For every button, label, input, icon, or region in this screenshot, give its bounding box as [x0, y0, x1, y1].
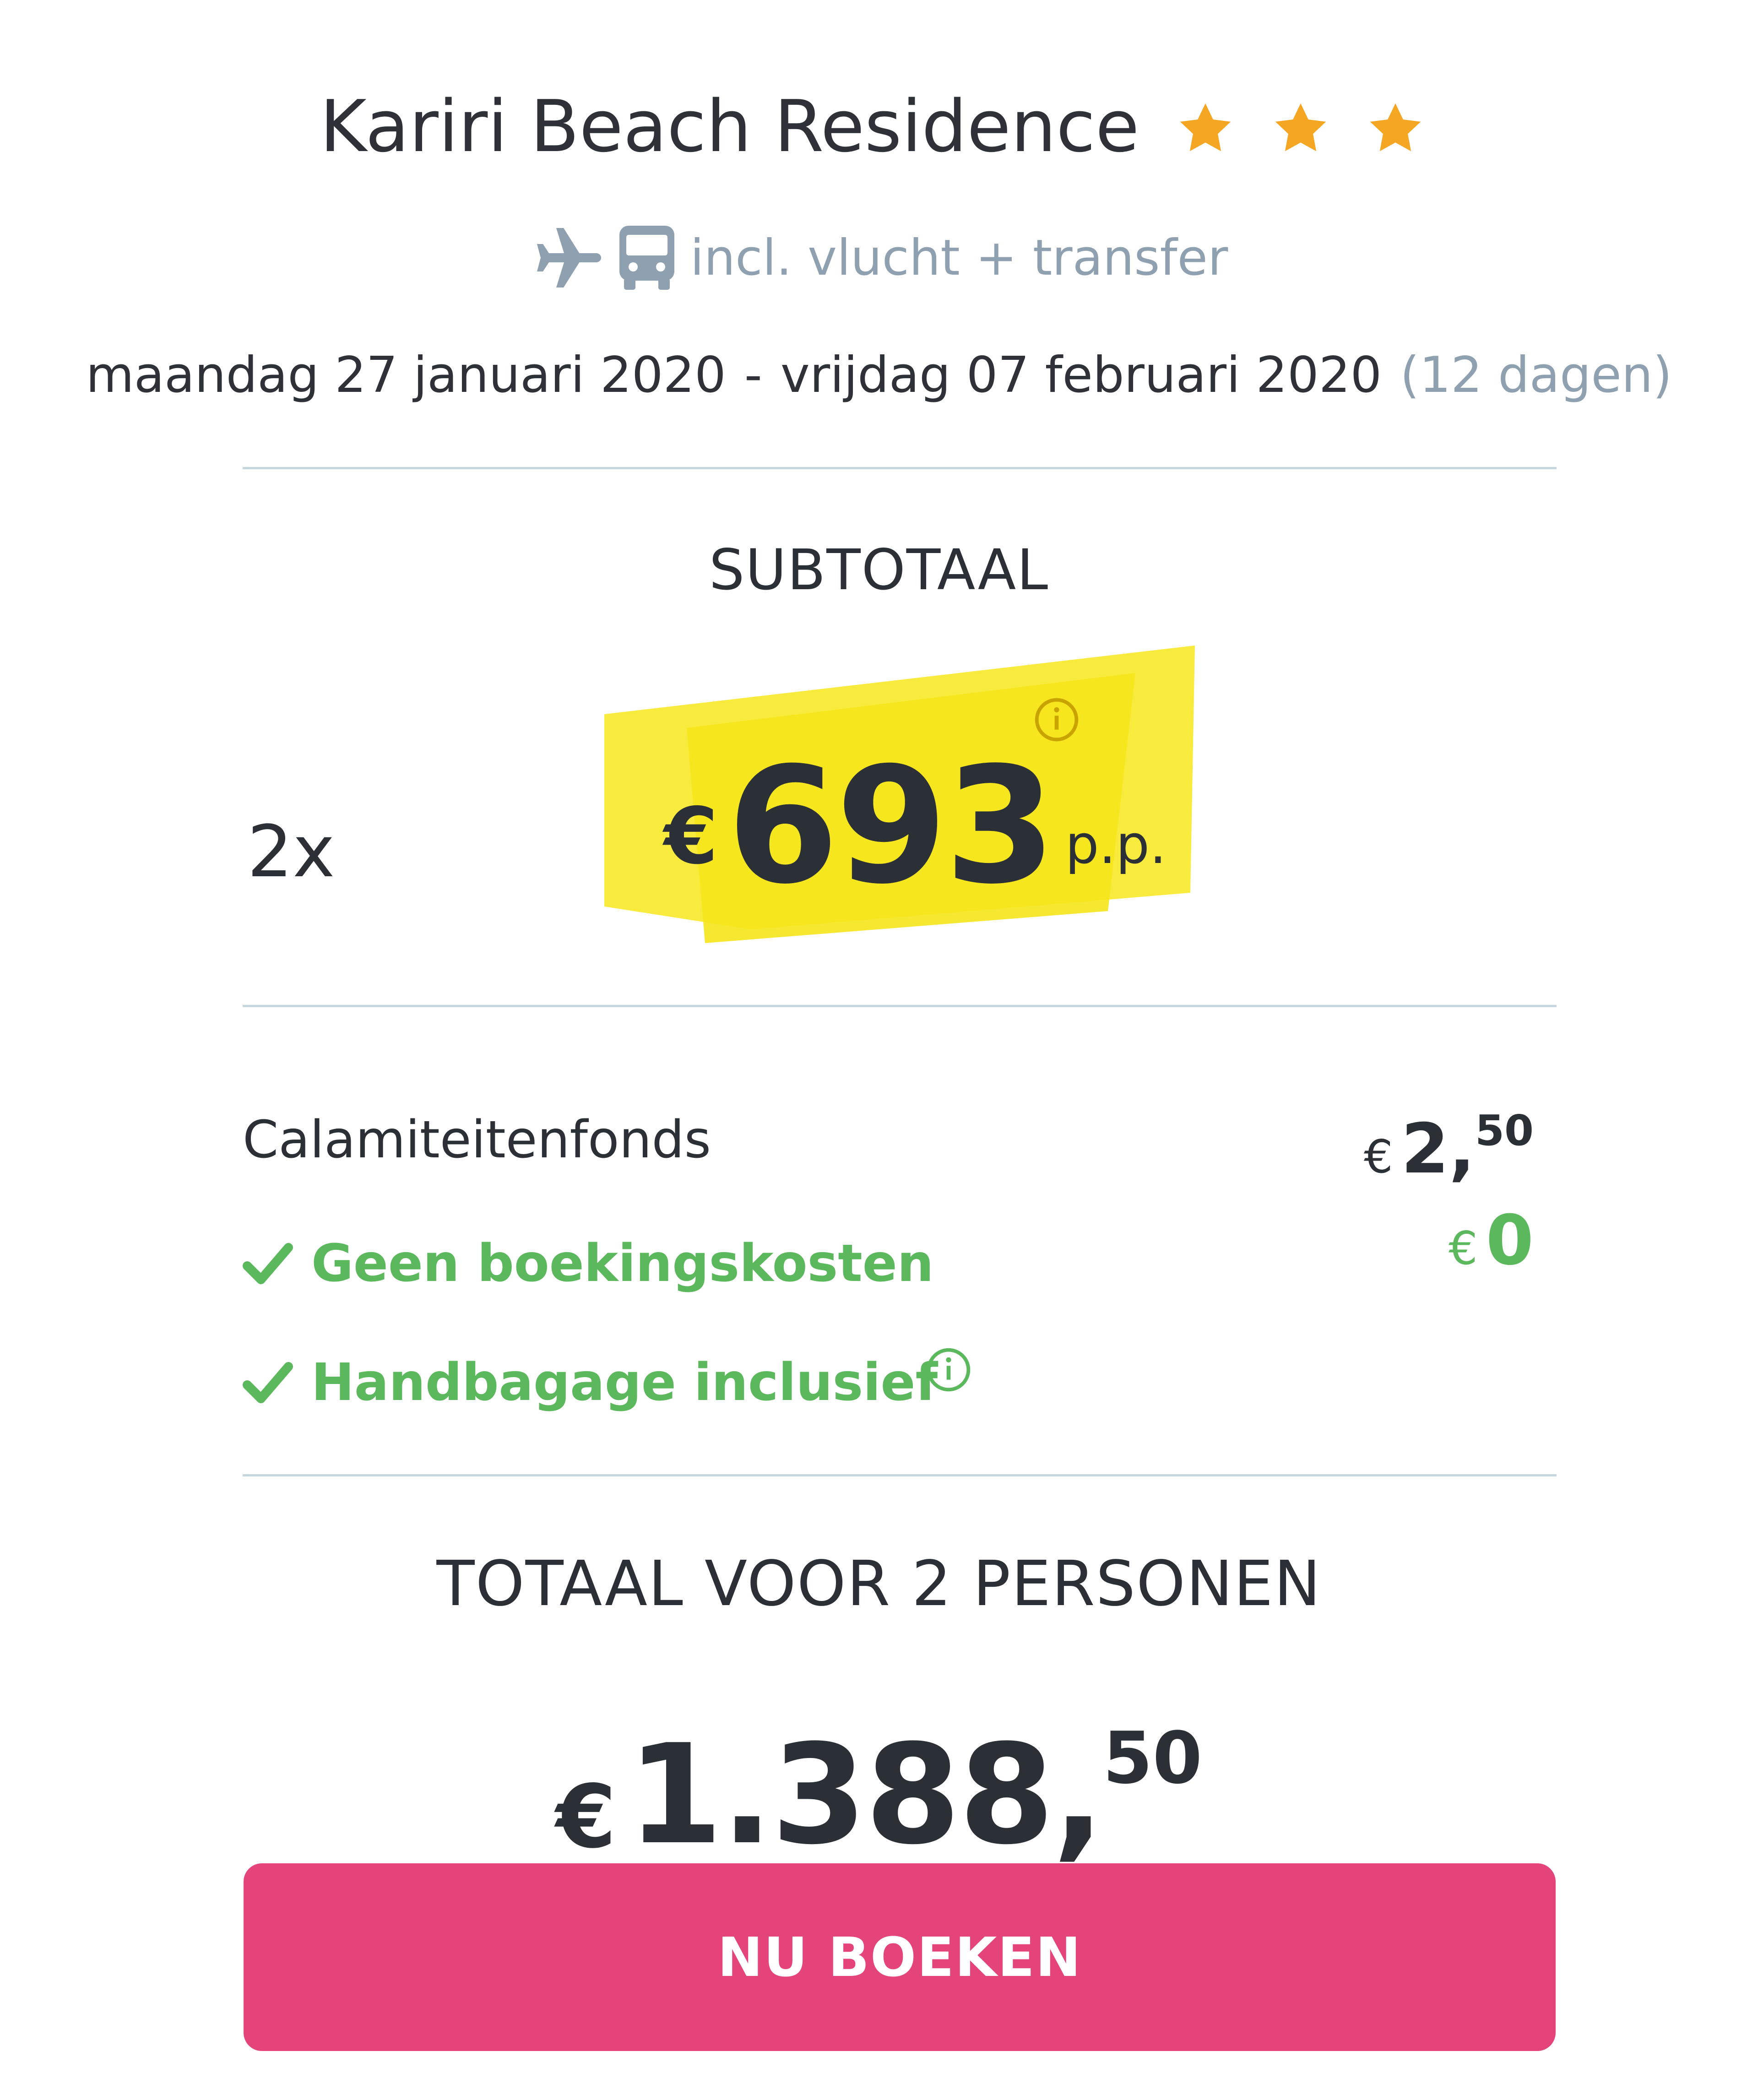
price-currency: €: [664, 791, 718, 882]
hand-luggage-info-icon[interactable]: [925, 1346, 972, 1394]
calamity-fund-amount-int: 2,: [1401, 1109, 1475, 1189]
booking-costs-row: Geen boekingskosten €0: [243, 1204, 1534, 1309]
hand-luggage-label: Handbagage inclusief: [311, 1353, 938, 1412]
star-icon: [1180, 103, 1231, 152]
total-amount-dec: 50: [1103, 1716, 1203, 1800]
booking-costs-label: Geen boekingskosten: [311, 1234, 934, 1293]
date-separator: -: [744, 347, 762, 404]
price-amount: 693: [727, 733, 1056, 919]
bus-icon: [619, 226, 674, 290]
checkmark-icon: [243, 1243, 293, 1284]
calamity-fund-amount: €2,50: [1364, 1094, 1534, 1207]
hotel-name: Kariri Beach Residence: [320, 85, 1139, 168]
calamity-fund-amount-dec: 50: [1475, 1106, 1534, 1155]
booking-costs-currency: €: [1449, 1221, 1478, 1275]
includes-row: incl. vlucht + transfer: [0, 219, 1758, 297]
divider: [243, 1005, 1557, 1007]
start-date: maandag 27 januari 2020: [86, 347, 726, 404]
booking-costs-amount: €0: [1449, 1204, 1534, 1298]
price-per-person: €693 p.p.: [664, 733, 1167, 919]
total-label: TOTAAL VOOR 2 PERSONEN: [436, 1548, 1322, 1620]
airplane-icon: [537, 228, 601, 288]
checkmark-icon: [243, 1362, 293, 1403]
end-date: vrijdag 07 februari 2020: [780, 347, 1382, 404]
includes-text: incl. vlucht + transfer: [690, 229, 1228, 287]
star-icon: [1275, 103, 1326, 152]
star-rating: [1176, 78, 1438, 169]
calamity-fund-label: Calamiteitenfonds: [243, 1110, 711, 1170]
calamity-fund-row: Calamiteitenfonds €2,50: [243, 1094, 1534, 1186]
hotel-title-row: Kariri Beach Residence: [0, 78, 1758, 172]
divider: [243, 467, 1557, 469]
hand-luggage-row: Handbagage inclusief: [243, 1337, 1534, 1428]
divider: [243, 1474, 1557, 1476]
total-amount-int: 1.388,: [627, 1715, 1105, 1875]
booking-costs-value: 0: [1486, 1201, 1534, 1281]
per-person-label: p.p.: [1065, 814, 1167, 876]
traveller-quantity: 2x: [247, 810, 335, 893]
subtotal-label: SUBTOTAAL: [709, 537, 1049, 602]
total-currency: €: [555, 1766, 617, 1867]
calamity-fund-currency: €: [1363, 1130, 1393, 1183]
travel-dates: maandag 27 januari 2020- vrijdag 07 febru…: [0, 339, 1758, 412]
star-icon: [1370, 103, 1421, 152]
trip-duration: (12 dagen): [1400, 347, 1672, 404]
book-now-button[interactable]: NU BOEKEN: [244, 1863, 1556, 2051]
